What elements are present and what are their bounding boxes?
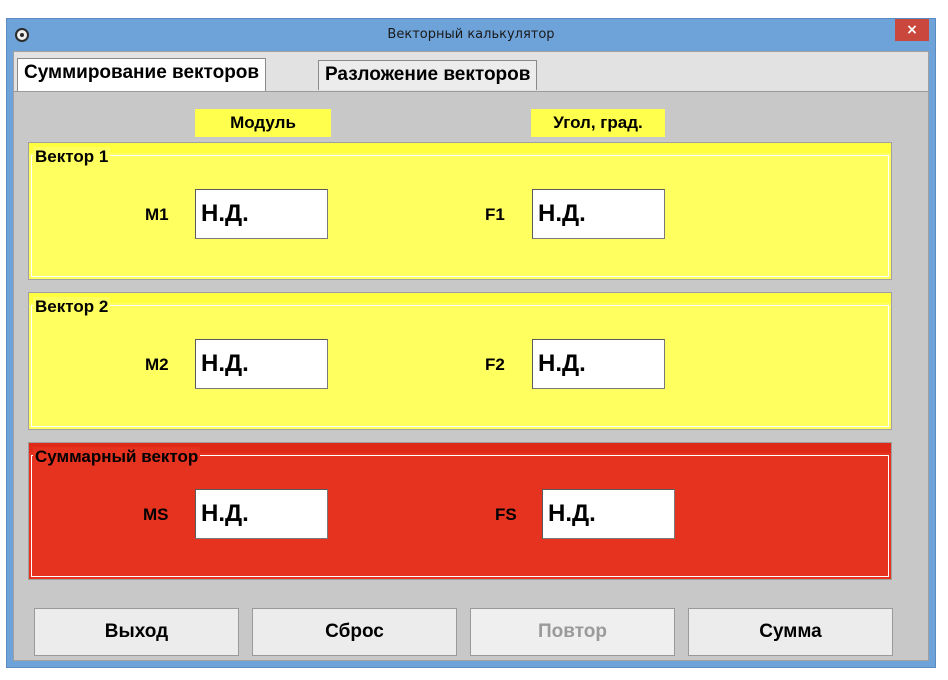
sum-button[interactable]: Сумма	[688, 608, 893, 656]
client-area: Суммирование векторов Разложение векторо…	[13, 51, 929, 661]
window-title: Векторный калькулятор	[387, 27, 555, 42]
vector2-group: Вектор 2 M2 Н.Д. F2 Н.Д.	[28, 292, 892, 430]
vector2-title: Вектор 2	[33, 297, 111, 317]
m2-label: M2	[145, 355, 169, 374]
m1-label: M1	[145, 205, 169, 224]
tab-strip: Суммирование векторов Разложение векторо…	[14, 52, 928, 92]
exit-button[interactable]: Выход	[34, 608, 239, 656]
close-button[interactable]: ×	[895, 19, 929, 41]
f1-label: F1	[485, 205, 505, 224]
ms-output: Н.Д.	[195, 489, 328, 539]
m1-input[interactable]: Н.Д.	[195, 189, 328, 239]
f2-label: F2	[485, 355, 505, 374]
f2-input[interactable]: Н.Д.	[532, 339, 665, 389]
f1-input[interactable]: Н.Д.	[532, 189, 665, 239]
vector1-group: Вектор 1 M1 Н.Д. F1 Н.Д.	[28, 142, 892, 280]
angle-header: Угол, град.	[531, 109, 665, 137]
tab-vector-sum[interactable]: Суммирование векторов	[17, 58, 267, 91]
sum-vector-group: Суммарный вектор MS Н.Д. FS Н.Д.	[28, 442, 892, 580]
fs-label: FS	[495, 505, 517, 524]
repeat-button[interactable]: Повтор	[470, 608, 675, 656]
m2-input[interactable]: Н.Д.	[195, 339, 328, 389]
app-window: Векторный калькулятор × Суммирование век…	[6, 18, 936, 668]
vector1-title: Вектор 1	[33, 147, 111, 167]
reset-button[interactable]: Сброс	[252, 608, 457, 656]
tab-vector-decomposition[interactable]: Разложение векторов	[318, 60, 538, 90]
fs-output: Н.Д.	[542, 489, 675, 539]
ms-label: MS	[143, 505, 169, 524]
sum-vector-title: Суммарный вектор	[33, 447, 201, 467]
module-header: Модуль	[195, 109, 331, 137]
title-bar[interactable]: Векторный калькулятор ×	[7, 19, 935, 51]
